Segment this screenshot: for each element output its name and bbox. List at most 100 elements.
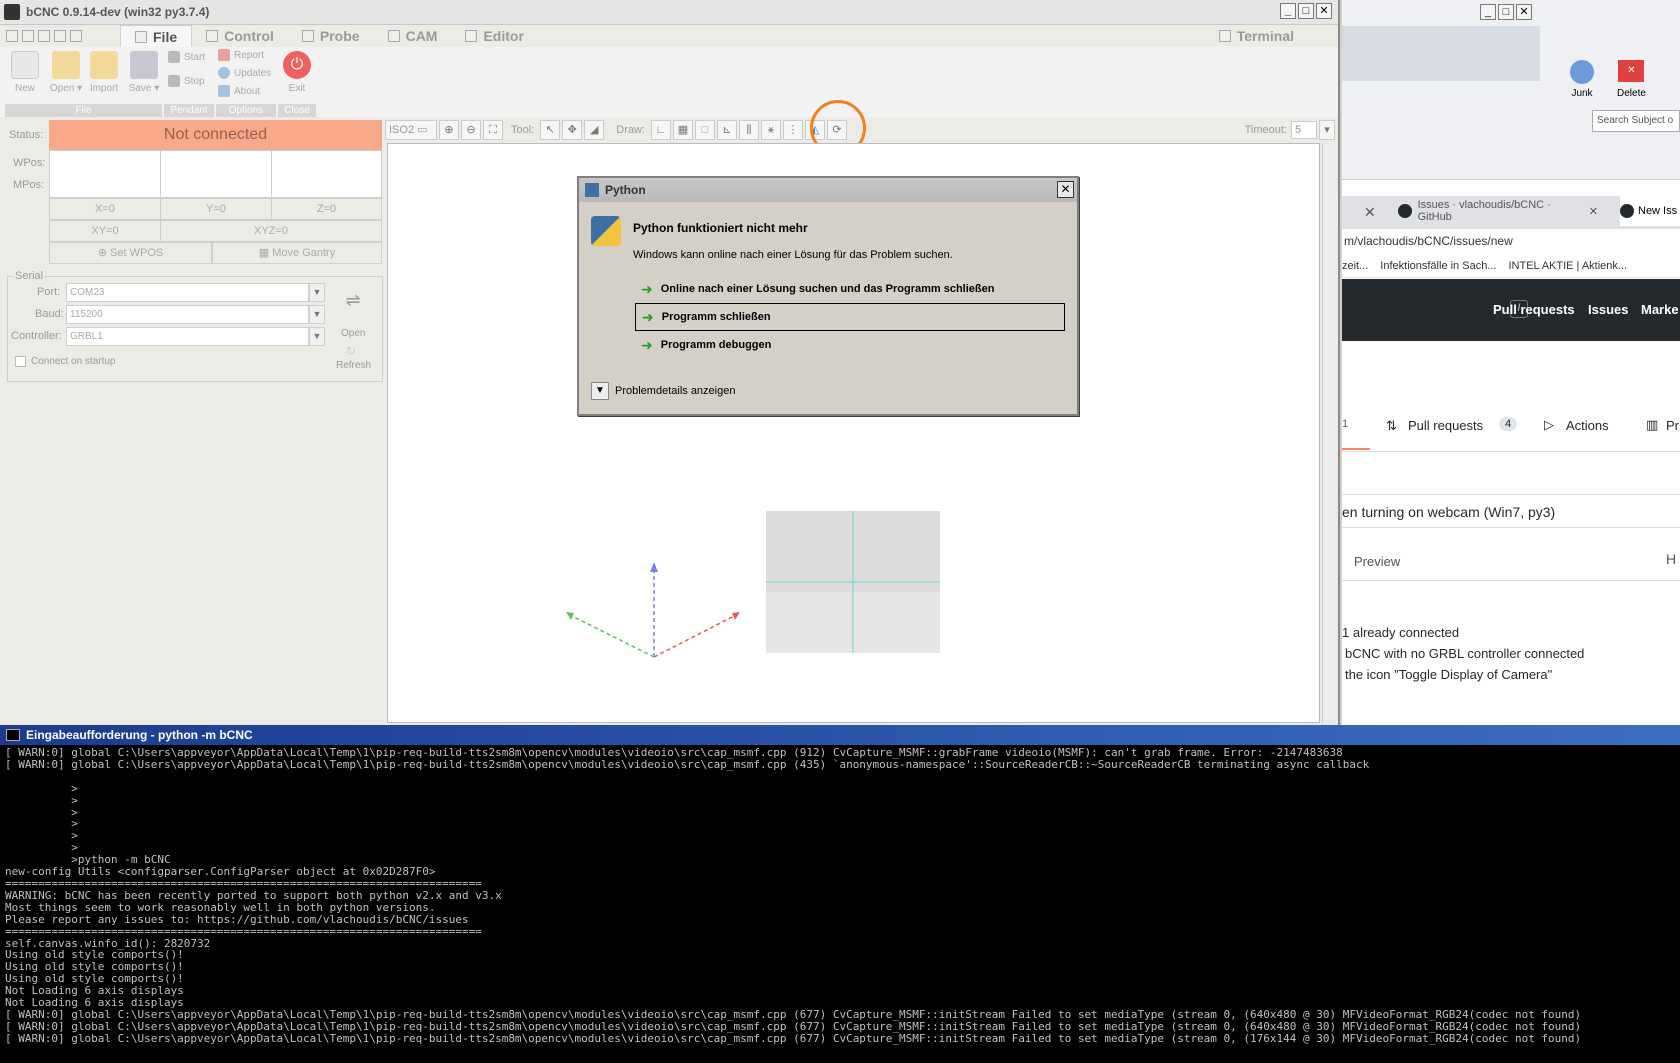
minimize-button[interactable]: _: [1280, 3, 1296, 19]
dialog-close-button[interactable]: ✕: [1057, 181, 1074, 198]
zero-z-button[interactable]: Z=0: [271, 198, 382, 220]
redo-icon[interactable]: [70, 30, 82, 42]
repo-tab-actions[interactable]: Actions: [1566, 418, 1609, 433]
mail-close-button[interactable]: ✕: [1516, 4, 1532, 20]
timeout-field[interactable]: 5: [1291, 121, 1317, 139]
maximize-button[interactable]: □: [1298, 3, 1314, 19]
zoom-out-icon[interactable]: ⊖: [461, 120, 481, 140]
delete-label: Delete: [1617, 88, 1646, 99]
console-output[interactable]: [ WARN:0] global C:\Users\appveyor\AppDa…: [0, 745, 1680, 1045]
open-button[interactable]: Open ▾: [46, 51, 86, 94]
mail-pane: [1342, 26, 1540, 81]
python-small-icon: [585, 183, 599, 197]
active-tab-underline: [1342, 448, 1370, 450]
start-button[interactable]: Start: [168, 51, 205, 63]
connect-startup-checkbox[interactable]: [15, 356, 26, 367]
zero-x-button[interactable]: X=0: [49, 198, 161, 220]
repo-tab-pull-requests[interactable]: Pull requests: [1408, 418, 1483, 433]
mail-maximize-button[interactable]: □: [1498, 4, 1514, 20]
nav-pull-requests[interactable]: Pull requests: [1493, 302, 1575, 317]
tab-editor[interactable]: Editor: [451, 25, 537, 47]
bookmark-1[interactable]: zeit...: [1342, 260, 1368, 272]
tab-control[interactable]: Control: [192, 25, 288, 47]
controller-dropdown[interactable]: ▼: [309, 327, 325, 346]
axes-icon[interactable]: ∟: [650, 120, 671, 140]
move-gantry-button[interactable]: ▦ Move Gantry: [212, 242, 382, 264]
debug-program-option[interactable]: ➜ Programm debuggen: [635, 331, 1065, 359]
canvas-scrollbar[interactable]: [1322, 143, 1336, 723]
browser-tab-issues[interactable]: Issues · vlachoudis/bCNC · GitHub ✕: [1398, 196, 1598, 226]
repo-tab-projects[interactable]: Pr: [1666, 418, 1679, 433]
zero-xyz-button[interactable]: XYZ=0: [160, 220, 382, 242]
select-tool-icon[interactable]: ↖: [540, 120, 561, 140]
updates-button[interactable]: Updates: [218, 67, 271, 79]
save-button[interactable]: Save ▾: [124, 51, 164, 94]
timeout-dropdown[interactable]: ▾: [1319, 120, 1335, 140]
new-small-icon[interactable]: [6, 30, 18, 42]
zoom-fit-icon[interactable]: ⛶: [483, 120, 503, 140]
bookmark-3[interactable]: INTEL AKTIE | Aktienk...: [1508, 260, 1627, 272]
new-button[interactable]: New: [10, 51, 40, 94]
mail-minimize-button[interactable]: _: [1480, 4, 1496, 20]
nav-issues[interactable]: Issues: [1588, 302, 1628, 317]
about-button[interactable]: About: [218, 85, 260, 97]
details-toggle[interactable]: Problemdetails anzeigen: [615, 385, 735, 397]
tab-probe[interactable]: Probe: [288, 25, 374, 47]
grid-icon[interactable]: ▦: [672, 120, 693, 140]
tab-cam[interactable]: CAM: [374, 25, 452, 47]
undo-icon[interactable]: [54, 30, 66, 42]
baud-dropdown[interactable]: ▼: [309, 305, 325, 324]
margins-icon[interactable]: □: [694, 120, 715, 140]
ruler-tool-icon[interactable]: ◢: [584, 120, 605, 140]
console-line: >: [5, 781, 78, 795]
baud-field[interactable]: 115200: [66, 305, 309, 324]
nav-marketplace[interactable]: Marke: [1641, 302, 1679, 317]
import-button[interactable]: Import: [88, 51, 120, 94]
github-icon: [1620, 204, 1634, 218]
issue-body[interactable]: 1 already connected bCNC with no GRBL co…: [1342, 622, 1584, 685]
tab-close-icon[interactable]: ✕: [1364, 204, 1376, 221]
view-selector[interactable]: ISO2 ▭: [385, 120, 437, 140]
close-program-option[interactable]: ➜ Programm schließen: [635, 303, 1065, 331]
chevron-down-icon[interactable]: ▼: [591, 382, 609, 400]
browser-tab-new-issue[interactable]: New Iss: [1620, 196, 1680, 226]
mail-search-input[interactable]: Search Subject o: [1592, 110, 1680, 132]
close-button[interactable]: ✕: [1316, 3, 1332, 19]
tab-editor-label: Editor: [483, 28, 524, 44]
open-small-icon[interactable]: [22, 30, 34, 42]
exit-button[interactable]: ⏻ Exit: [280, 51, 314, 94]
paths-icon[interactable]: ⋮: [782, 120, 803, 140]
zoom-in-icon[interactable]: ⊕: [439, 120, 459, 140]
save-label: Save: [128, 83, 152, 94]
stop-button[interactable]: Stop: [168, 75, 205, 87]
heading-tool-icon[interactable]: H: [1666, 551, 1676, 567]
tab-file[interactable]: File: [120, 25, 193, 47]
pan-tool-icon[interactable]: ✥: [562, 120, 583, 140]
workarea-icon[interactable]: ⊾: [716, 120, 737, 140]
zero-xy-button[interactable]: XY=0: [49, 220, 161, 242]
controller-field[interactable]: GRBL1: [66, 327, 309, 346]
bookmark-2[interactable]: Infektionsfälle in Sach...: [1380, 260, 1496, 272]
zero-y-button[interactable]: Y=0: [160, 198, 272, 220]
console-line: Most things seem to work reasonably well…: [5, 900, 436, 914]
search-solution-option[interactable]: ➜ Online nach einer Lösung suchen und das…: [635, 275, 1065, 303]
refresh-button[interactable]: Refresh: [336, 360, 371, 371]
address-bar[interactable]: m/vlachoudis/bCNC/issues/new: [1342, 229, 1680, 253]
save-small-icon[interactable]: [38, 30, 50, 42]
tab-close-icon[interactable]: ✕: [1589, 205, 1598, 218]
rapid-icon[interactable]: ⚹: [760, 120, 781, 140]
probe-draw-icon[interactable]: ⫼: [738, 120, 759, 140]
tab-terminal[interactable]: Terminal: [1205, 25, 1308, 47]
delete-button[interactable]: ✕ Delete: [1617, 60, 1646, 99]
baud-label: Baud:: [35, 308, 64, 320]
port-field[interactable]: COM23: [66, 283, 309, 302]
junk-button[interactable]: Junk: [1570, 60, 1594, 99]
issue-title-field[interactable]: en turning on webcam (Win7, py3): [1342, 494, 1680, 528]
report-button[interactable]: Report: [218, 49, 264, 61]
preview-tab[interactable]: Preview: [1354, 554, 1400, 569]
status-label: Status:: [9, 129, 44, 141]
controller-label: Controller:: [11, 330, 62, 342]
port-dropdown[interactable]: ▼: [309, 283, 325, 302]
set-wpos-button[interactable]: ⊕ Set WPOS: [49, 242, 212, 264]
open-serial-button[interactable]: Open: [341, 328, 365, 339]
